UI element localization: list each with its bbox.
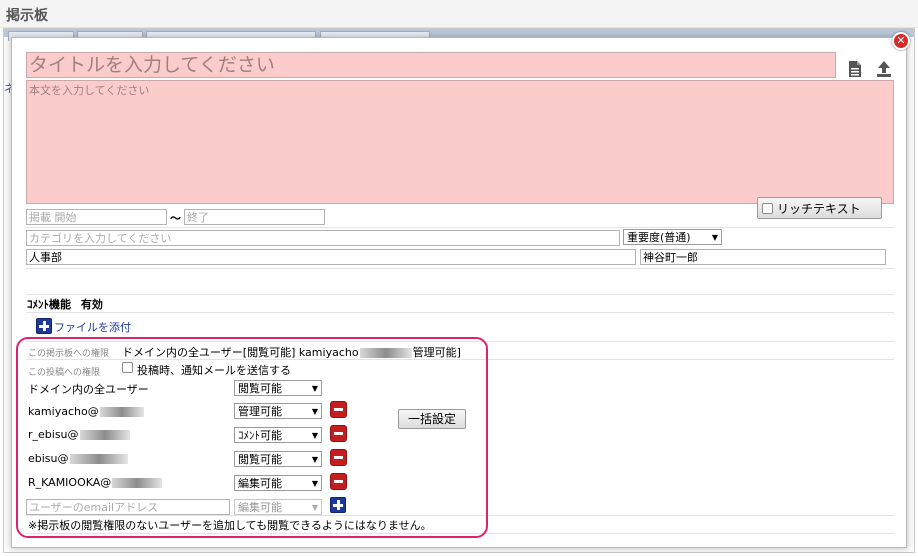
redacted-email	[112, 478, 163, 488]
start-date-input[interactable]	[26, 209, 167, 225]
divider	[26, 515, 894, 516]
body-textarea[interactable]	[26, 80, 894, 204]
author-input[interactable]	[640, 249, 886, 265]
comment-feature-label: ｺﾒﾝﾄ機能	[27, 298, 71, 311]
importance-select[interactable]: 重要度(普通) ▼	[623, 229, 722, 245]
redacted-email	[99, 407, 144, 417]
permission-value: 閲覧可能	[238, 453, 282, 466]
board-permission-text-1: ドメイン内の全ユーザー[閲覧可能]	[122, 346, 296, 359]
post-permission-label: この投稿への権限	[28, 368, 101, 378]
permission-user-email: R_KAMIOOKA@	[28, 476, 112, 489]
rich-text-label: リッチテキスト	[777, 201, 861, 216]
rich-text-checkbox[interactable]	[762, 202, 773, 214]
permission-user: R_KAMIOOKA@	[28, 476, 163, 489]
chevron-down-icon: ▼	[311, 502, 318, 512]
permission-select[interactable]: 管理可能 ▼	[234, 403, 322, 419]
remove-icon[interactable]	[330, 473, 347, 490]
permission-value: 管理可能	[238, 405, 282, 418]
permission-value: 閲覧可能	[238, 382, 282, 395]
department-input[interactable]	[26, 249, 636, 265]
redacted-email	[359, 348, 412, 358]
new-user-permission-value: 編集可能	[238, 501, 282, 514]
upload-icon[interactable]	[874, 59, 894, 79]
new-user-permission-select[interactable]: 編集可能 ▼	[234, 499, 322, 515]
chevron-down-icon: ▼	[311, 454, 318, 464]
importance-value: 重要度(普通)	[627, 231, 691, 244]
notify-label: 投稿時、通知メールを送信する	[137, 364, 291, 377]
bulk-set-button[interactable]: 一括設定	[398, 409, 466, 429]
remove-icon[interactable]	[330, 425, 347, 442]
remove-icon[interactable]	[330, 449, 347, 466]
permission-user-email: r_ebisu@	[28, 428, 79, 441]
footer-note: ※掲示板の閲覧権限のないユーザーを追加しても閲覧できるようにはなりません。	[28, 519, 432, 532]
attach-file-link[interactable]: ファイルを添付	[54, 319, 131, 335]
permission-user: kamiyacho@	[28, 405, 145, 418]
divider	[26, 227, 894, 228]
chevron-down-icon: ▼	[711, 232, 718, 242]
close-icon[interactable]: ✕	[892, 32, 910, 50]
divider	[26, 294, 894, 295]
chevron-down-icon: ▼	[311, 406, 318, 416]
board-permission-value: ドメイン内の全ユーザー[閲覧可能] kamiyacho 管理可能]	[122, 344, 461, 360]
board-permission-text-2: kamiyacho	[298, 346, 359, 359]
permission-user: ebisu@	[28, 452, 129, 465]
permission-select[interactable]: 編集可能 ▼	[234, 475, 322, 491]
add-icon[interactable]	[330, 497, 346, 513]
document-icon[interactable]	[845, 59, 865, 79]
end-date-input[interactable]	[184, 209, 325, 225]
divider	[26, 341, 894, 342]
divider	[26, 533, 894, 534]
permission-select[interactable]: ｺﾒﾝﾄ可能 ▼	[234, 427, 322, 443]
new-user-email-input[interactable]	[26, 499, 230, 515]
board-permission-label: この掲示板への権限	[28, 349, 110, 359]
chevron-down-icon: ▼	[311, 383, 318, 393]
permission-user: ドメイン内の全ユーザー	[28, 383, 149, 396]
rich-text-toggle[interactable]: リッチテキスト	[757, 197, 882, 219]
remove-icon[interactable]	[330, 401, 347, 418]
category-input[interactable]	[26, 230, 620, 246]
redacted-email	[69, 454, 128, 464]
permission-user-email: kamiyacho@	[28, 405, 99, 418]
page-header	[0, 0, 918, 28]
permission-user: r_ebisu@	[28, 428, 131, 441]
board-permission-text-3: 管理可能]	[412, 346, 461, 359]
divider	[26, 359, 894, 360]
divider	[26, 268, 894, 269]
permission-select[interactable]: 閲覧可能 ▼	[234, 451, 322, 467]
divider	[26, 312, 894, 313]
permission-select[interactable]: 閲覧可能 ▼	[234, 380, 322, 396]
comment-feature: ｺﾒﾝﾄ機能 有効	[27, 296, 103, 312]
permission-value: ｺﾒﾝﾄ可能	[238, 429, 282, 442]
title-input[interactable]	[26, 52, 836, 78]
date-range-separator: 〜	[170, 212, 181, 225]
redacted-email	[79, 430, 130, 440]
permission-user-email: ebisu@	[28, 452, 69, 465]
chevron-down-icon: ▼	[311, 478, 318, 488]
chevron-down-icon: ▼	[311, 430, 318, 440]
notify-checkbox[interactable]	[122, 362, 133, 373]
add-file-icon[interactable]	[36, 318, 52, 334]
permission-value: 編集可能	[238, 477, 282, 490]
comment-feature-value: 有効	[80, 298, 103, 311]
page-title: 掲示板	[6, 8, 48, 24]
